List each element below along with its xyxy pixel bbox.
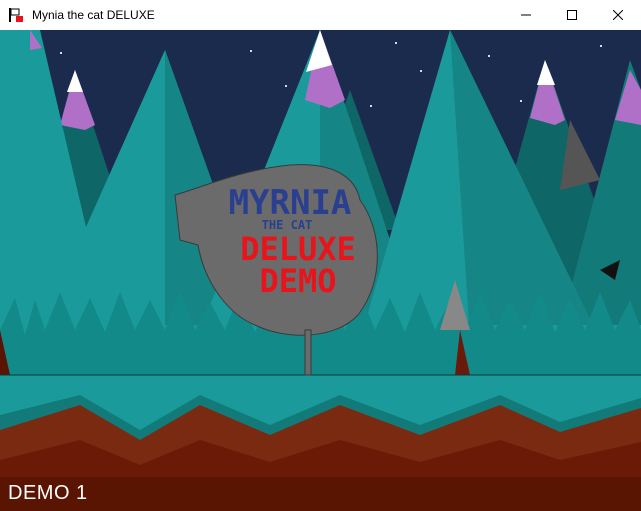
game-window: Mynia the cat DELUXE MYRNIA THE CAT DELU… <box>0 0 641 511</box>
maximize-button[interactable] <box>549 0 595 30</box>
game-scene: MYRNIA THE CAT DELUXE DEMO <box>0 30 641 511</box>
minimize-button[interactable] <box>503 0 549 30</box>
title-bar[interactable]: Mynia the cat DELUXE <box>0 0 641 30</box>
window-controls <box>503 0 641 30</box>
maximize-icon <box>567 10 577 20</box>
window-title: Mynia the cat DELUXE <box>32 8 155 22</box>
minimize-icon <box>521 14 531 16</box>
close-button[interactable] <box>595 0 641 30</box>
hud-bar: DEMO 1 <box>0 477 641 511</box>
close-icon <box>613 10 623 20</box>
app-icon <box>8 7 24 23</box>
game-canvas[interactable]: MYRNIA THE CAT DELUXE DEMO DEMO 1 <box>0 30 641 511</box>
ground <box>0 374 641 477</box>
demo-level-label: DEMO 1 <box>8 482 88 504</box>
logo-demo: DEMO <box>259 262 336 300</box>
logo-title: MYRNIA <box>229 183 352 223</box>
